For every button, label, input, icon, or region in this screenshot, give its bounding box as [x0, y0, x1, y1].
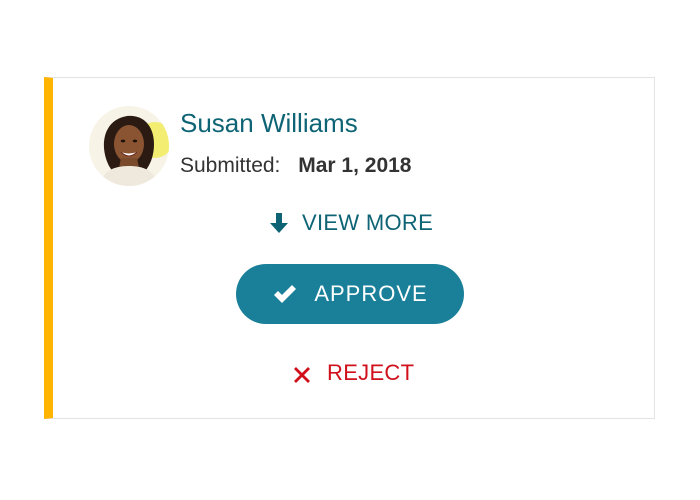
approval-card: Susan Williams Submitted: Mar 1, 2018 VI…: [44, 77, 655, 419]
submitted-label: Submitted:: [180, 154, 281, 177]
submitted-date: Mar 1, 2018: [298, 154, 412, 177]
reject-label: REJECT: [327, 360, 415, 385]
avatar: [89, 106, 169, 186]
approve-button[interactable]: APPROVE: [236, 264, 464, 324]
approve-label: APPROVE: [314, 281, 428, 306]
arrow-down-icon: [268, 211, 290, 235]
x-icon: [293, 364, 311, 383]
submitter-name: Susan Williams: [180, 108, 358, 138]
checkmark-icon: [272, 283, 298, 305]
user-photo: [89, 106, 169, 186]
submitted-info: Submitted: Mar 1, 2018: [180, 152, 411, 180]
view-more-label: VIEW MORE: [302, 210, 434, 235]
reject-button[interactable]: REJECT: [293, 358, 414, 388]
view-more-link[interactable]: VIEW MORE: [268, 208, 433, 238]
